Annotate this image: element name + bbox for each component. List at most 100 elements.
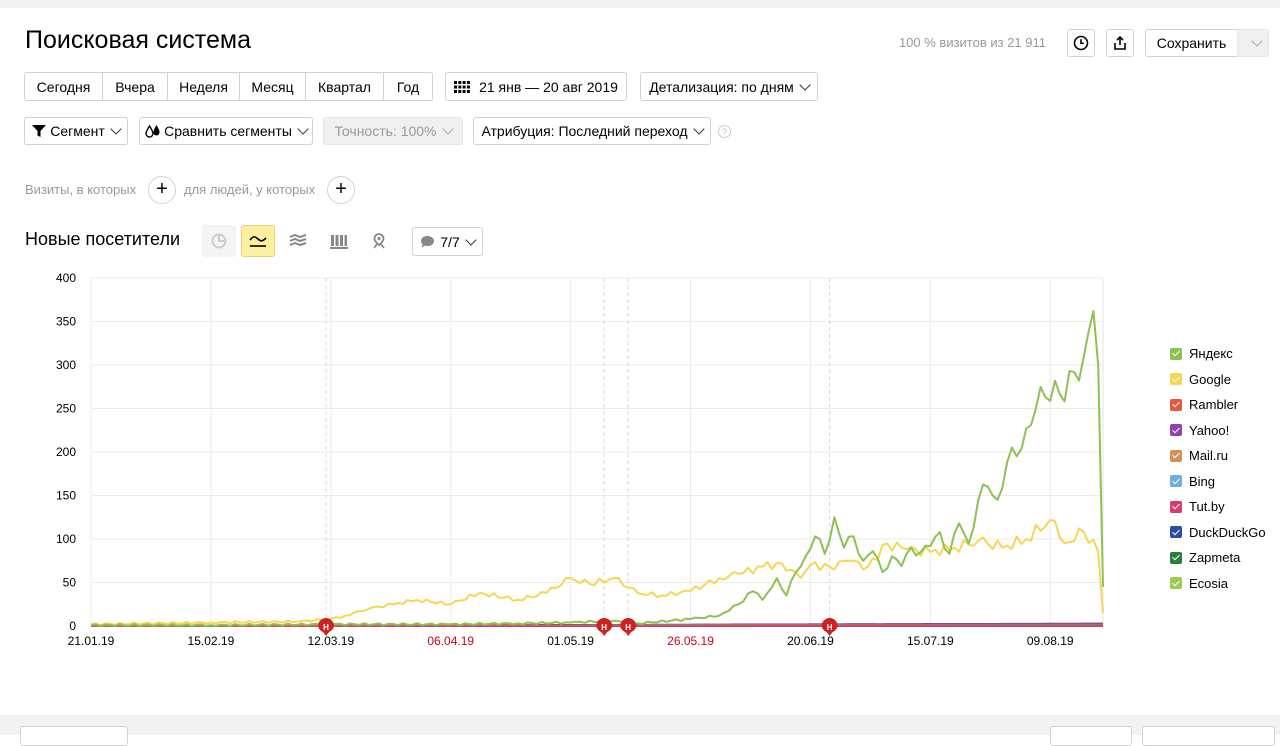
share-icon bbox=[1114, 35, 1126, 50]
segment-label: Сегмент bbox=[50, 123, 105, 139]
detail-dropdown[interactable]: Детализация: по дням bbox=[640, 72, 818, 101]
y-tick-label: 350 bbox=[56, 315, 76, 329]
legend-item[interactable]: Yahoo! bbox=[1170, 418, 1266, 444]
legend-checkbox-icon[interactable] bbox=[1170, 500, 1182, 513]
stacked-area-icon bbox=[289, 234, 307, 247]
y-tick-label: 50 bbox=[63, 576, 77, 590]
legend-checkbox-icon[interactable] bbox=[1170, 398, 1182, 411]
annotation-marker-label: H bbox=[827, 623, 833, 632]
chevron-down-icon bbox=[465, 233, 477, 246]
plus-icon: + bbox=[156, 177, 168, 200]
line-chart-button[interactable] bbox=[241, 225, 275, 257]
y-tick-label: 300 bbox=[56, 358, 76, 372]
pie-chart-button[interactable] bbox=[202, 225, 236, 257]
visits-info: 100 % визитов из 21 911 bbox=[898, 35, 1046, 50]
legend-label: Google bbox=[1189, 371, 1231, 387]
chevron-down-icon bbox=[1250, 35, 1263, 47]
legend-label: Ecosia bbox=[1189, 575, 1229, 591]
period-selector: Сегодня Вчера Неделя Месяц Квартал Год bbox=[24, 72, 433, 101]
comment-icon bbox=[421, 235, 435, 247]
accuracy-dropdown[interactable]: Точность: 100% bbox=[323, 117, 463, 145]
calendar-icon bbox=[454, 80, 470, 93]
legend-item[interactable]: Ecosia bbox=[1170, 571, 1266, 597]
legend-label: Zapmeta bbox=[1189, 550, 1241, 566]
report-subtitle: Новые посетители bbox=[25, 229, 181, 249]
legend-item[interactable]: Mail.ru bbox=[1170, 443, 1266, 469]
legend-item[interactable]: Zapmeta bbox=[1170, 545, 1266, 571]
drops-icon bbox=[145, 124, 160, 138]
period-week[interactable]: Неделя bbox=[167, 72, 240, 101]
legend-item[interactable]: Bing bbox=[1170, 469, 1266, 495]
x-tick-label: 15.07.19 bbox=[907, 634, 954, 648]
legend-label: Tut.by bbox=[1189, 499, 1225, 515]
legend-checkbox-icon[interactable] bbox=[1170, 424, 1182, 437]
x-tick-label: 01.05.19 bbox=[547, 634, 594, 648]
compare-segments-label: Сравнить сегменты bbox=[164, 123, 292, 139]
legend-checkbox-icon[interactable] bbox=[1170, 449, 1182, 462]
page-title: Поисковая система bbox=[25, 26, 251, 54]
attribution-label: Атрибуция: Последний переход bbox=[481, 123, 688, 139]
annotations-dropdown[interactable]: 7/7 bbox=[412, 227, 483, 256]
history-button[interactable] bbox=[1067, 29, 1095, 57]
legend-label: DuckDuckGo bbox=[1189, 524, 1266, 540]
x-tick-label: 20.06.19 bbox=[787, 634, 834, 648]
detail-label: Детализация: по дням bbox=[649, 78, 794, 95]
bottom-right-button-1[interactable] bbox=[1050, 726, 1132, 746]
save-options-dropdown[interactable] bbox=[1237, 29, 1269, 57]
add-people-condition-button[interactable]: + bbox=[327, 176, 355, 204]
bottom-left-button[interactable] bbox=[20, 726, 128, 746]
period-yesterday[interactable]: Вчера bbox=[102, 72, 168, 101]
x-tick-label: 12.03.19 bbox=[307, 634, 354, 648]
period-year[interactable]: Год bbox=[383, 72, 433, 101]
legend-checkbox-icon[interactable] bbox=[1170, 551, 1182, 564]
line-chart-icon bbox=[249, 236, 267, 247]
period-month[interactable]: Месяц bbox=[239, 72, 306, 101]
add-visit-condition-button[interactable]: + bbox=[148, 176, 176, 204]
save-label: Сохранить bbox=[1156, 35, 1227, 51]
people-condition-label: для людей, у которых bbox=[184, 182, 316, 197]
y-tick-label: 250 bbox=[56, 402, 76, 416]
legend-checkbox-icon[interactable] bbox=[1170, 347, 1182, 360]
legend-checkbox-icon[interactable] bbox=[1170, 373, 1182, 386]
x-tick-label: 21.01.19 bbox=[68, 634, 115, 648]
period-today[interactable]: Сегодня bbox=[24, 72, 103, 101]
chevron-down-icon bbox=[297, 123, 309, 135]
visits-condition-label: Визиты, в которых bbox=[25, 182, 137, 197]
legend-item[interactable]: Яндекс bbox=[1170, 341, 1266, 367]
legend-label: Bing bbox=[1189, 473, 1216, 489]
legend-checkbox-icon[interactable] bbox=[1170, 526, 1182, 539]
y-tick-label: 200 bbox=[56, 445, 76, 459]
legend-item[interactable]: Tut.by bbox=[1170, 494, 1266, 520]
export-button[interactable] bbox=[1106, 29, 1134, 57]
x-tick-label: 06.04.19 bbox=[427, 634, 474, 648]
filter-icon bbox=[32, 125, 47, 137]
bar-chart-button[interactable] bbox=[322, 225, 356, 257]
chevron-down-icon bbox=[110, 123, 122, 135]
legend-item[interactable]: Rambler bbox=[1170, 392, 1266, 418]
y-tick-label: 100 bbox=[56, 532, 76, 546]
legend-item[interactable]: DuckDuckGo bbox=[1170, 520, 1266, 546]
chevron-down-icon bbox=[799, 78, 811, 91]
date-range-label: 21 янв — 20 авг 2019 bbox=[479, 78, 618, 95]
attribution-dropdown[interactable]: Атрибуция: Последний переход bbox=[473, 117, 711, 145]
area-chart-button[interactable] bbox=[281, 225, 315, 257]
y-tick-label: 0 bbox=[69, 619, 76, 633]
compare-segments-button[interactable]: Сравнить сегменты bbox=[139, 117, 313, 145]
legend-item[interactable]: Google bbox=[1170, 367, 1266, 393]
line-chart: 0 50 100 150 200 250 300 350 400 21.01.19 15.02.19… bbox=[56, 271, 1104, 648]
map-chart-button[interactable] bbox=[362, 225, 396, 257]
annotations-count: 7/7 bbox=[440, 233, 460, 250]
y-tick-label: 150 bbox=[56, 489, 76, 503]
clock-icon bbox=[1073, 35, 1089, 51]
bar-chart-icon bbox=[330, 235, 348, 249]
bottom-right-button-2[interactable] bbox=[1142, 726, 1275, 746]
plus-icon: + bbox=[335, 177, 347, 200]
legend-checkbox-icon[interactable] bbox=[1170, 475, 1182, 488]
x-tick-label: 15.02.19 bbox=[188, 634, 235, 648]
help-icon[interactable]: ? bbox=[718, 125, 731, 138]
date-range-picker[interactable]: 21 янв — 20 авг 2019 bbox=[445, 72, 627, 101]
legend-checkbox-icon[interactable] bbox=[1170, 577, 1182, 590]
segment-button[interactable]: Сегмент bbox=[24, 117, 128, 145]
save-button[interactable]: Сохранить bbox=[1145, 29, 1238, 57]
period-quarter[interactable]: Квартал bbox=[305, 72, 384, 101]
